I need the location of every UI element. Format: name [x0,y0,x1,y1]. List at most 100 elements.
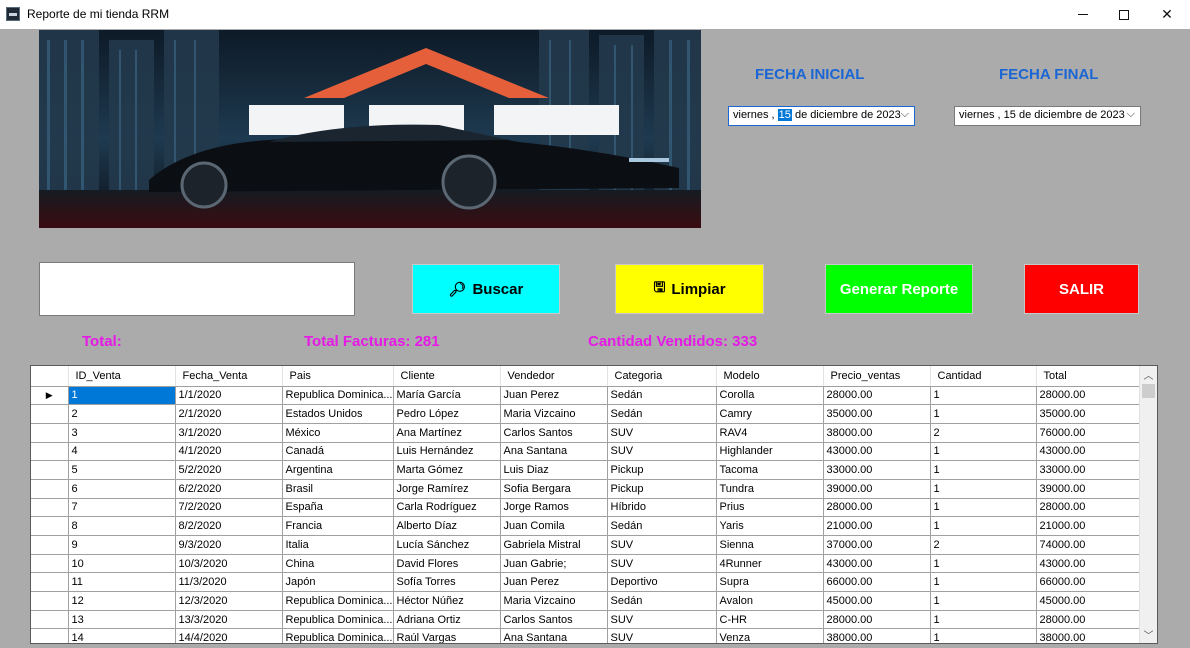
table-cell[interactable]: China [282,554,394,574]
table-cell[interactable]: 1 [68,386,176,406]
table-cell[interactable]: Ana Santana [500,442,608,462]
column-header[interactable]: Cliente [393,366,501,387]
maximize-button[interactable] [1101,0,1147,29]
table-cell[interactable]: 5/2/2020 [175,460,283,480]
table-cell[interactable]: Japón [282,572,394,593]
table-cell[interactable]: Sofía Torres [393,572,501,593]
table-cell[interactable]: 1/1/2020 [175,386,283,406]
table-cell[interactable]: Adriana Ortiz [393,610,501,630]
table-row[interactable]: 6 6/2/2020 Brasil Jorge Ramírez Sofia Bergar… [31,479,1145,499]
table-row[interactable]: 12 12/3/2020 Republica Dominica... Héctor N… [31,591,1145,611]
table-cell[interactable]: 35000.00 [823,404,931,424]
table-cell[interactable]: México [282,423,394,443]
table-cell[interactable]: 12/3/2020 [175,591,283,611]
table-cell[interactable]: Jorge Ramírez [393,479,501,499]
table-cell[interactable]: Republica Dominica... [282,591,394,611]
table-cell[interactable]: 33000.00 [823,460,931,480]
table-cell[interactable]: Republica Dominica... [282,386,394,406]
row-header[interactable] [31,404,69,424]
table-cell[interactable]: 6 [68,479,176,499]
table-cell[interactable]: 1 [930,554,1037,574]
table-cell[interactable]: 66000.00 [823,572,931,593]
table-cell[interactable]: 12 [68,591,176,611]
table-cell[interactable]: Carlos Santos [500,423,608,443]
column-header[interactable]: Total [1036,366,1145,387]
minimize-button[interactable] [1060,0,1106,29]
table-cell[interactable]: 1 [930,628,1037,643]
table-cell[interactable]: 10/3/2020 [175,554,283,574]
table-cell[interactable]: 21000.00 [1036,516,1145,536]
table-cell[interactable]: Luis Hernández [393,442,501,462]
table-row[interactable]: 4 4/1/2020 Canadá Luis Hernández Ana Santana… [31,442,1145,462]
table-cell[interactable]: Juan Comila [500,516,608,536]
table-cell[interactable]: Sedán [607,386,717,406]
table-cell[interactable]: 28000.00 [823,610,931,630]
table-cell[interactable]: 4 [68,442,176,462]
table-row[interactable]: 11 11/3/2020 Japón Sofía Torres Juan Perez De… [31,572,1145,593]
row-header[interactable] [31,516,69,536]
table-cell[interactable]: 10 [68,554,176,574]
column-header[interactable]: Categoria [607,366,717,387]
current-row-arrow-icon[interactable]: ▶ [31,386,69,406]
row-header[interactable] [31,460,69,480]
search-input[interactable] [39,262,355,316]
table-cell[interactable]: 1 [930,572,1037,593]
table-row[interactable]: 13 13/3/2020 Republica Dominica... Adriana … [31,610,1145,630]
table-row[interactable]: 8 8/2/2020 Francia Alberto Díaz Juan Comila S… [31,516,1145,536]
table-cell[interactable]: David Flores [393,554,501,574]
table-cell[interactable]: Raúl Vargas [393,628,501,643]
table-cell[interactable]: 43000.00 [823,554,931,574]
table-cell[interactable]: 28000.00 [823,386,931,406]
table-cell[interactable]: SUV [607,610,717,630]
table-cell[interactable]: 1 [930,479,1037,499]
salir-button[interactable]: SALIR [1024,264,1139,314]
close-button[interactable]: ✕ [1144,0,1190,29]
table-cell[interactable]: María García [393,386,501,406]
table-cell[interactable]: SUV [607,442,717,462]
vertical-scrollbar[interactable]: ︿ ﹀ [1139,366,1157,643]
table-cell[interactable]: 21000.00 [823,516,931,536]
table-cell[interactable]: 13/3/2020 [175,610,283,630]
sales-grid[interactable]: ID_Venta Fecha_Venta Pais Cliente Vendedor Ca… [30,365,1158,644]
table-cell[interactable]: Maria Vizcaino [500,591,608,611]
table-cell[interactable]: 5 [68,460,176,480]
table-cell[interactable]: SUV [607,628,717,643]
table-cell[interactable]: 74000.00 [1036,535,1145,555]
table-cell[interactable]: Carla Rodríguez [393,498,501,518]
table-cell[interactable]: Tacoma [716,460,824,480]
table-cell[interactable]: Juan Perez [500,572,608,593]
table-cell[interactable]: SUV [607,423,717,443]
table-row[interactable]: 3 3/1/2020 México Ana Martínez Carlos Santos… [31,423,1145,443]
table-cell[interactable]: Pickup [607,479,717,499]
generar-reporte-button[interactable]: Generar Reporte [825,264,973,314]
table-cell[interactable]: Jorge Ramos [500,498,608,518]
table-row[interactable]: 10 10/3/2020 China David Flores Juan Gabrie;… [31,554,1145,574]
table-cell[interactable]: Prius [716,498,824,518]
end-date-picker[interactable]: viernes , 15 de diciembre de 2023 ⌵ [954,106,1141,126]
column-header[interactable]: Pais [282,366,394,387]
table-cell[interactable]: 38000.00 [823,423,931,443]
column-header[interactable]: Fecha_Venta [175,366,283,387]
table-cell[interactable]: Francia [282,516,394,536]
row-header[interactable] [31,535,69,555]
table-cell[interactable]: Canadá [282,442,394,462]
table-cell[interactable]: 4/1/2020 [175,442,283,462]
table-cell[interactable]: 11 [68,572,176,593]
table-cell[interactable]: 28000.00 [1036,498,1145,518]
table-cell[interactable]: Republica Dominica... [282,610,394,630]
table-cell[interactable]: 3 [68,423,176,443]
row-header[interactable] [31,610,69,630]
table-cell[interactable]: Tundra [716,479,824,499]
table-cell[interactable]: 2/1/2020 [175,404,283,424]
table-cell[interactable]: 28000.00 [823,498,931,518]
table-cell[interactable]: Sienna [716,535,824,555]
table-cell[interactable]: 1 [930,498,1037,518]
column-header[interactable]: Cantidad [930,366,1037,387]
table-cell[interactable]: 1 [930,442,1037,462]
table-cell[interactable]: 8/2/2020 [175,516,283,536]
table-cell[interactable]: Sedán [607,591,717,611]
buscar-button[interactable]: 🔎︎ Buscar [412,264,560,314]
table-cell[interactable]: Avalon [716,591,824,611]
table-cell[interactable]: 43000.00 [1036,442,1145,462]
table-cell[interactable]: 38000.00 [823,628,931,643]
